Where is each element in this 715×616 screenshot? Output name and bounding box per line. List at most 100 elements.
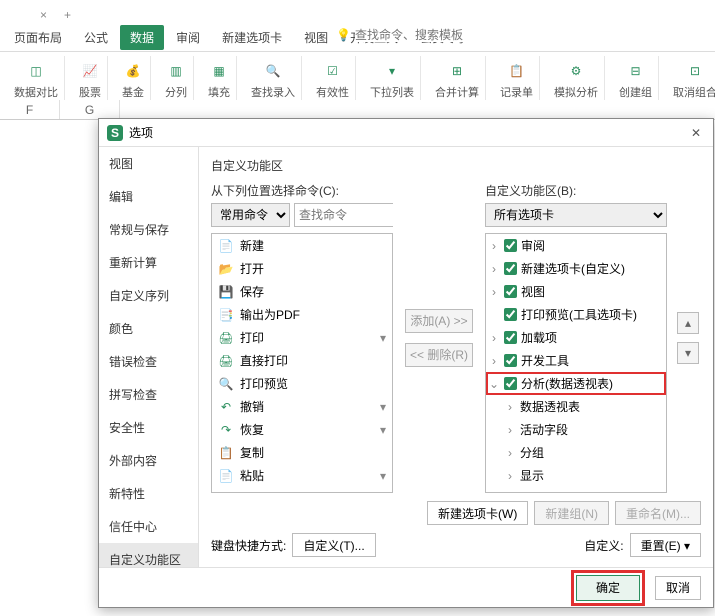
chevron-right-icon[interactable]: ›	[488, 262, 500, 276]
add-button[interactable]: 添加(A) >>	[405, 309, 473, 333]
reset-button[interactable]: 重置(E) ▾	[630, 533, 701, 557]
command-search-input[interactable]	[294, 203, 393, 227]
help-search[interactable]: 💡	[336, 28, 475, 42]
col-F[interactable]: F	[0, 100, 60, 119]
chevron-right-icon[interactable]: ›	[488, 354, 500, 368]
cmd-copy[interactable]: 📋复制	[212, 441, 392, 464]
tree-addins[interactable]: ›加载项	[486, 326, 666, 349]
ok-button[interactable]: 确定	[576, 575, 640, 601]
cmd-new[interactable]: 📄新建	[212, 234, 392, 257]
cmd-undo[interactable]: ↶撤销▾	[212, 395, 392, 418]
sidebar-item-recalc[interactable]: 重新计算	[99, 246, 198, 279]
chevron-right-icon[interactable]: ›	[504, 400, 516, 414]
pdf-icon: 📑	[218, 307, 234, 323]
open-icon: 📂	[218, 261, 234, 277]
ribbon-ungroup[interactable]: ⊡取消组合	[667, 56, 715, 103]
tree-group[interactable]: ›分组	[486, 441, 666, 464]
cmd-mergecenter[interactable]: ▭合并居中▾	[212, 487, 392, 493]
sidebar-item-view[interactable]: 视图	[99, 147, 198, 180]
check-newtab[interactable]	[504, 262, 517, 275]
sidebar-item-spellcheck[interactable]: 拼写检查	[99, 378, 198, 411]
sidebar-item-external[interactable]: 外部内容	[99, 444, 198, 477]
cmd-directprint[interactable]: 🖨直接打印	[212, 349, 392, 372]
ribbon-split[interactable]: ▥分列	[159, 56, 194, 103]
chevron-right-icon[interactable]: ›	[504, 492, 516, 494]
sidebar-item-color[interactable]: 颜色	[99, 312, 198, 345]
tree-data[interactable]: ›数据	[486, 487, 666, 493]
sidebar-item-trust[interactable]: 信任中心	[99, 510, 198, 543]
col-G[interactable]: G	[60, 100, 120, 119]
check-addins[interactable]	[504, 331, 517, 344]
check-view[interactable]	[504, 285, 517, 298]
tree-newtab[interactable]: ›新建选项卡(自定义)	[486, 257, 666, 280]
sidebar-item-general[interactable]: 常规与保存	[99, 213, 198, 246]
tab-view[interactable]: 视图	[294, 25, 338, 50]
check-dev[interactable]	[504, 354, 517, 367]
cmd-pdf[interactable]: 📑输出为PDF	[212, 303, 392, 326]
choose-from-combo[interactable]: 常用命令	[211, 203, 290, 227]
close-icon[interactable]: ×	[40, 8, 47, 22]
ribbon-dropdown[interactable]: ▾下拉列表	[364, 56, 421, 103]
remove-button[interactable]: << 删除(R)	[405, 343, 473, 367]
tree-pivot-analyze[interactable]: ⌄分析(数据透视表)	[486, 372, 666, 395]
chevron-right-icon[interactable]: ›	[488, 239, 500, 253]
help-search-input[interactable]	[355, 28, 475, 42]
check-pp[interactable]	[504, 308, 517, 321]
ribbon-sim[interactable]: ⚙模拟分析	[548, 56, 605, 103]
ribbon-merge[interactable]: ⊞合并计算	[429, 56, 486, 103]
ribbon-tree[interactable]: ›审阅 ›新建选项卡(自定义) ›视图 打印预览(工具选项卡) ›加载项 ›开发…	[485, 233, 667, 493]
tree-show1[interactable]: ›显示	[486, 464, 666, 487]
sidebar-item-edit[interactable]: 编辑	[99, 180, 198, 213]
sidebar-item-security[interactable]: 安全性	[99, 411, 198, 444]
cmd-print[interactable]: 🖨打印▾	[212, 326, 392, 349]
customize-kb-button[interactable]: 自定义(T)...	[292, 533, 375, 557]
tree-activefield[interactable]: ›活动字段	[486, 418, 666, 441]
move-down-button[interactable]: ▾	[677, 342, 699, 364]
chevron-down-icon: ▾	[380, 469, 386, 483]
chevron-right-icon[interactable]: ›	[488, 331, 500, 345]
tree-dev[interactable]: ›开发工具	[486, 349, 666, 372]
tab-data[interactable]: 数据	[120, 25, 164, 50]
move-up-button[interactable]: ▴	[677, 312, 699, 334]
chevron-right-icon[interactable]: ›	[504, 446, 516, 460]
ribbon-record[interactable]: 📋记录单	[494, 56, 540, 103]
cmd-redo[interactable]: ↷恢复▾	[212, 418, 392, 441]
ribbon-lookup[interactable]: 🔍查找录入	[245, 56, 302, 103]
tab-pagelayout[interactable]: 页面布局	[4, 25, 72, 50]
ribbon-stocks[interactable]: 📈股票	[73, 56, 108, 103]
tab-formulas[interactable]: 公式	[74, 25, 118, 50]
chevron-down-icon[interactable]: ⌄	[488, 377, 500, 391]
plus-icon[interactable]: +	[64, 8, 71, 22]
sidebar-item-newfeat[interactable]: 新特性	[99, 477, 198, 510]
tree-review[interactable]: ›审阅	[486, 234, 666, 257]
tab-review[interactable]: 审阅	[166, 25, 210, 50]
cancel-button[interactable]: 取消	[655, 576, 701, 600]
ribbon-datacmp[interactable]: ◫数据对比	[8, 56, 65, 103]
tree-printpreview[interactable]: 打印预览(工具选项卡)	[486, 303, 666, 326]
cmd-paste[interactable]: 📄粘贴▾	[212, 464, 392, 487]
cmd-printpreview[interactable]: 🔍打印预览	[212, 372, 392, 395]
sidebar-item-errorcheck[interactable]: 错误检查	[99, 345, 198, 378]
ribbon-fill[interactable]: ▦填充	[202, 56, 237, 103]
commands-listbox[interactable]: 📄新建 📂打开 💾保存 📑输出为PDF 🖨打印▾ 🖨直接打印 🔍打印预览 ↶撤销…	[211, 233, 393, 493]
chevron-right-icon[interactable]: ›	[488, 285, 500, 299]
ribbon-group[interactable]: ⊟创建组	[613, 56, 659, 103]
dialog-close-button[interactable]: ✕	[687, 126, 705, 140]
sidebar-item-customlist[interactable]: 自定义序列	[99, 279, 198, 312]
check-review[interactable]	[504, 239, 517, 252]
ribbon-valid[interactable]: ☑有效性	[310, 56, 356, 103]
tree-view[interactable]: ›视图	[486, 280, 666, 303]
chevron-right-icon[interactable]: ›	[504, 423, 516, 437]
chevron-down-icon: ▾	[380, 423, 386, 437]
cmd-open[interactable]: 📂打开	[212, 257, 392, 280]
sidebar-item-customribbon[interactable]: 自定义功能区	[99, 543, 198, 567]
new-tab-button[interactable]: 新建选项卡(W)	[427, 501, 528, 525]
ribbon-scope-combo[interactable]: 所有选项卡	[485, 203, 667, 227]
cmd-save[interactable]: 💾保存	[212, 280, 392, 303]
check-analyze[interactable]	[504, 377, 517, 390]
tab-newtab[interactable]: 新建选项卡	[212, 25, 292, 50]
chevron-right-icon[interactable]: ›	[504, 469, 516, 483]
tree-pivottable[interactable]: ›数据透视表	[486, 395, 666, 418]
options-sidebar: 视图 编辑 常规与保存 重新计算 自定义序列 颜色 错误检查 拼写检查 安全性 …	[99, 147, 199, 567]
ribbon-fund[interactable]: 💰基金	[116, 56, 151, 103]
